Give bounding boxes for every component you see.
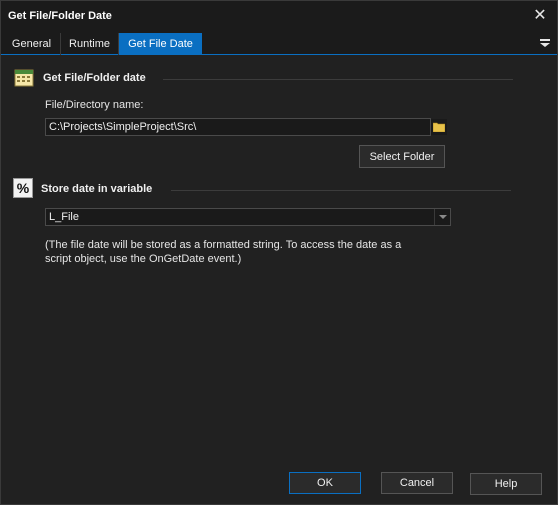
file-directory-input[interactable] [45,118,431,136]
chevron-down-icon[interactable] [434,209,450,225]
variable-select[interactable]: L_File [45,208,451,226]
cancel-label: Cancel [399,477,435,489]
tab-get-file-date[interactable]: Get File Date [119,33,202,55]
note-line-2: script object, use the OnGetDate event.) [45,253,242,265]
tab-runtime-label: Runtime [69,38,110,50]
help-button[interactable]: Help [470,473,542,495]
select-folder-label: Select Folder [369,150,435,163]
browse-button[interactable] [431,119,447,135]
variable-select-value: L_File [49,211,79,223]
percent-icon-glyph: % [16,180,30,196]
close-button[interactable]: ✕ [529,5,551,25]
title-bar: Get File/Folder Date ✕ [1,1,557,31]
tab-bar: General Runtime Get File Date [1,31,557,55]
ok-label: OK [317,477,333,489]
section-divider [163,79,513,80]
tab-general-label: General [11,38,52,50]
cancel-button[interactable]: Cancel [381,472,453,494]
section-divider [171,190,511,191]
folder-icon [433,122,445,132]
select-folder-button[interactable]: Select Folder [359,145,445,168]
section-store-title: Store date in variable [41,183,153,195]
help-label: Help [494,478,518,490]
calendar-icon [14,68,34,88]
tab-menu-button[interactable] [539,35,551,49]
tab-get-file-date-label: Get File Date [128,38,193,50]
tab-runtime[interactable]: Runtime [61,33,119,55]
note-text: (The file date will be stored as a forma… [45,238,445,266]
percent-icon: % [13,178,33,198]
dialog-window: Get File/Folder Date ✕ General Runtime G… [0,0,558,505]
hamburger-icon [540,39,550,47]
note-line-1: (The file date will be stored as a forma… [45,239,402,251]
close-icon: ✕ [533,7,547,24]
tab-general[interactable]: General [3,33,61,55]
ok-button[interactable]: OK [289,472,361,494]
window-title: Get File/Folder Date [8,10,112,22]
file-directory-label: File/Directory name: [45,99,144,111]
section-file-title: Get File/Folder date [43,72,146,84]
